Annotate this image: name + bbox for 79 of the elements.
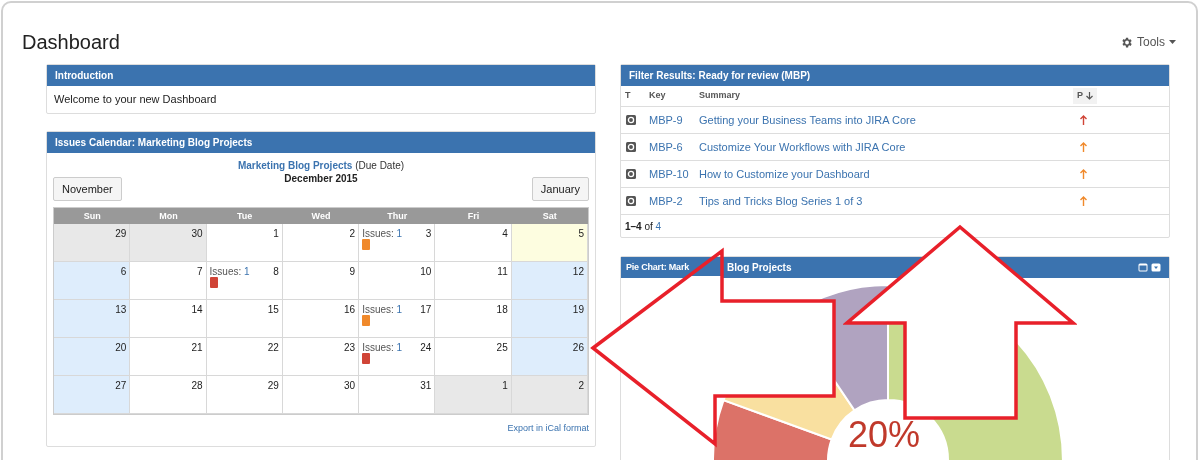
day-number: 10 <box>420 265 432 279</box>
column-header: Key <box>648 89 667 103</box>
panel-title: Pie Chart: Mark <box>626 260 690 274</box>
day-number: 14 <box>191 303 203 317</box>
panel-title: Issues Calendar: Marketing Blog Projects <box>47 132 595 153</box>
issue-summary-link[interactable]: How to Customize your Dashboard <box>695 165 1073 183</box>
day-number: 2 <box>578 379 584 393</box>
day-number: 22 <box>267 341 279 355</box>
column-header: T <box>624 89 632 103</box>
day-number: 16 <box>344 303 356 317</box>
weekday-header: Wed <box>310 210 332 223</box>
month-label: December 2015 <box>284 172 358 185</box>
day-number: 18 <box>496 303 508 317</box>
pie-center-value: 20% <box>848 413 921 457</box>
issues-link[interactable]: 1 <box>396 228 403 239</box>
day-number: 3 <box>425 227 432 241</box>
day-number: 11 <box>497 265 508 279</box>
results-count: 1–4 of 4 <box>625 219 662 234</box>
day-number: 27 <box>115 379 127 393</box>
day-number: 21 <box>191 341 203 355</box>
issue-key-link[interactable]: MBP-9 <box>645 111 695 129</box>
tools-menu-button[interactable]: Tools <box>1120 33 1176 51</box>
issue-key-link[interactable]: MBP-2 <box>645 192 695 210</box>
panel-title: Introduction <box>47 65 595 86</box>
day-number: 8 <box>273 265 279 279</box>
day-number: 29 <box>267 379 279 393</box>
weekday-header: Thur <box>386 210 409 223</box>
day-number: 4 <box>502 227 508 241</box>
issue-summary-link[interactable]: Tips and Tricks Blog Series 1 of 3 <box>695 192 1073 210</box>
issues-count: Issues: 1 <box>362 227 403 241</box>
weekday-header: Tue <box>236 210 254 223</box>
total-link[interactable]: 4 <box>655 220 662 232</box>
day-number: 12 <box>572 265 584 279</box>
day-number: 17 <box>420 303 432 317</box>
day-number: 31 <box>420 379 432 393</box>
day-number: 5 <box>578 227 584 241</box>
next-month-button[interactable]: January <box>531 177 589 201</box>
day-number: 25 <box>496 341 508 355</box>
day-number: 23 <box>344 341 356 355</box>
welcome-text: Welcome to your new Dashboard <box>54 92 217 108</box>
day-number: 29 <box>115 227 127 241</box>
panel-title: Blog Projects <box>727 261 792 275</box>
day-number: 1 <box>273 227 279 241</box>
day-number: 13 <box>115 303 127 317</box>
page-title: Dashboard <box>22 30 120 55</box>
export-link[interactable]: Export in iCal format <box>507 422 589 436</box>
column-header[interactable]: P <box>1073 88 1097 104</box>
weekday-header: Sat <box>541 210 558 223</box>
day-number: 9 <box>349 265 356 279</box>
project-link[interactable]: Marketing Blog Projects <box>237 160 353 171</box>
issues-count: Issues: 1 <box>362 303 403 317</box>
day-number: 30 <box>344 379 356 393</box>
previous-month-button[interactable]: November <box>53 177 122 201</box>
issues-count: Issues: 1 <box>362 341 403 355</box>
weekday-header: Mon <box>158 210 179 223</box>
weekday-header: Fri <box>466 210 481 223</box>
day-number: 1 <box>502 379 508 393</box>
weekday-header: Sun <box>82 210 102 223</box>
issues-link[interactable]: 1 <box>396 304 403 315</box>
column-header: Summary <box>698 89 742 103</box>
day-number: 19 <box>572 303 584 317</box>
day-number: 7 <box>197 265 203 279</box>
day-number: 24 <box>420 341 432 355</box>
day-number: 30 <box>191 227 203 241</box>
day-number: 26 <box>572 341 584 355</box>
issue-summary-link[interactable]: Getting your Business Teams into JIRA Core <box>695 111 1073 129</box>
issue-key-link[interactable]: MBP-10 <box>645 165 695 183</box>
calendar-heading: Marketing Blog Projects (Due Date) <box>237 159 405 172</box>
issues-link[interactable]: 1 <box>396 342 403 353</box>
panel-title: Filter Results: Ready for review (MBP) <box>621 65 1169 86</box>
day-number: 2 <box>349 227 356 241</box>
issue-key-link[interactable]: MBP-6 <box>645 138 695 156</box>
day-number: 20 <box>115 341 127 355</box>
day-number: 15 <box>267 303 279 317</box>
day-number: 6 <box>120 265 127 279</box>
issues-link[interactable]: 1 <box>244 266 250 277</box>
issues-count: Issues: 1 <box>209 265 250 279</box>
day-number: 28 <box>191 379 203 393</box>
issue-summary-link[interactable]: Customize Your Workflows with JIRA Core <box>695 138 1073 156</box>
